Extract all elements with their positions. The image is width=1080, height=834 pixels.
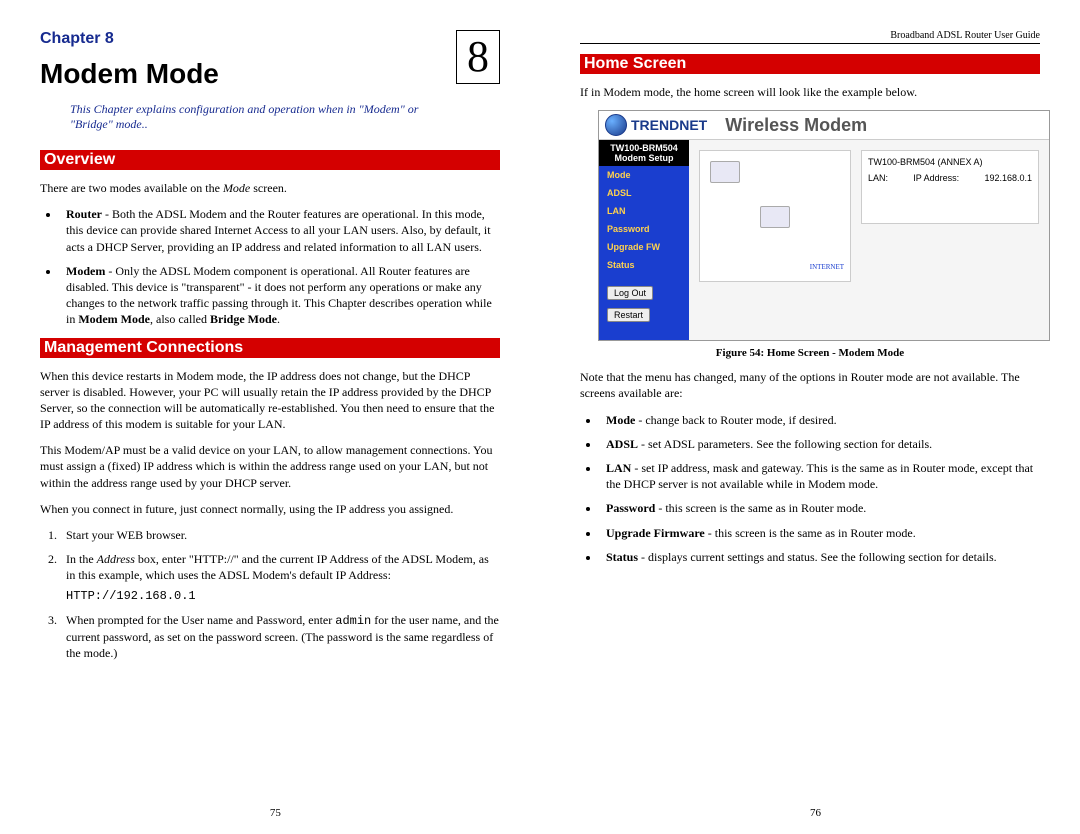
list-item: In the Address box, enter "HTTP://" and …	[60, 551, 500, 604]
note-paragraph: Note that the menu has changed, many of …	[580, 369, 1040, 401]
mgmt-p2: This Modem/AP must be a valid device on …	[40, 442, 500, 491]
info-panel: TW100-BRM504 (ANNEX A) LAN: IP Address: …	[861, 150, 1039, 224]
text: In the	[66, 552, 97, 566]
home-paragraph: If in Modem mode, the home screen will l…	[580, 84, 1040, 100]
address-em: Address	[97, 552, 135, 566]
nav-mode[interactable]: Mode	[599, 166, 689, 184]
diagram-router-icon	[760, 206, 790, 228]
info-title: TW100-BRM504 (ANNEX A)	[868, 157, 1032, 167]
chapter-intro: This Chapter explains configuration and …	[70, 102, 450, 132]
screenshot-body: TW100-BRM504 Modem Setup Mode ADSL LAN P…	[599, 140, 1049, 340]
text: - set IP address, mask and gateway. This…	[606, 461, 1033, 491]
mgmt-p1: When this device restarts in Modem mode,…	[40, 368, 500, 433]
overview-paragraph: There are two modes available on the Mod…	[40, 180, 500, 196]
list-item: Start your WEB browser.	[60, 527, 500, 543]
list-item: Modem - Only the ADSL Modem component is…	[60, 263, 500, 328]
term-router: Router	[66, 207, 102, 221]
text: screen.	[250, 181, 287, 195]
info-row-lan: LAN: IP Address: 192.168.0.1	[868, 173, 1032, 183]
term-adsl: ADSL	[606, 437, 638, 451]
nav-password[interactable]: Password	[599, 220, 689, 238]
nav-status[interactable]: Status	[599, 256, 689, 274]
figure-caption: Figure 54: Home Screen - Modem Mode	[580, 347, 1040, 359]
diagram-node-icon	[710, 161, 740, 183]
chapter-label: Chapter 8	[40, 30, 114, 48]
screenshot-main: INTERNET TW100-BRM504 (ANNEX A) LAN: IP …	[689, 140, 1049, 340]
screenshot-sidebar: TW100-BRM504 Modem Setup Mode ADSL LAN P…	[599, 140, 689, 340]
diagram-internet-label: INTERNET	[810, 263, 844, 271]
text: - Both the ADSL Modem and the Router fea…	[66, 207, 491, 253]
term-upgrade-fw: Upgrade Firmware	[606, 526, 705, 540]
page-right: Broadband ADSL Router User Guide Home Sc…	[540, 0, 1080, 834]
nav-adsl[interactable]: ADSL	[599, 184, 689, 202]
term-status: Status	[606, 550, 638, 564]
page-number-right: 76	[810, 807, 821, 819]
term-bridge-mode: Bridge Mode	[210, 312, 277, 326]
list-item: Router - Both the ADSL Modem and the Rou…	[60, 206, 500, 255]
mgmt-p3: When you connect in future, just connect…	[40, 501, 500, 517]
chapter-number-box: 8	[456, 30, 500, 84]
text: , also called	[150, 312, 210, 326]
screenshot-title: Wireless Modem	[725, 115, 867, 136]
logout-button[interactable]: Log Out	[607, 286, 653, 300]
text: - set ADSL parameters. See the following…	[638, 437, 932, 451]
text: - this screen is the same as in Router m…	[655, 501, 866, 515]
info-ip-value: 192.168.0.1	[984, 173, 1032, 183]
brand-text: TRENDNET	[631, 117, 707, 133]
info-ip-label: IP Address:	[913, 173, 959, 183]
overview-list: Router - Both the ADSL Modem and the Rou…	[60, 206, 500, 327]
text: - change back to Router mode, if desired…	[635, 413, 836, 427]
list-item: ADSL - set ADSL parameters. See the foll…	[600, 436, 1040, 452]
text: When prompted for the User name and Pass…	[66, 613, 335, 627]
list-item: Status - displays current settings and s…	[600, 549, 1040, 565]
code-admin: admin	[335, 614, 371, 628]
screenshot-header: TRENDNET Wireless Modem	[599, 111, 1049, 140]
section-heading-management: Management Connections	[40, 338, 500, 358]
model-sub: Modem Setup	[601, 153, 687, 163]
code-url: HTTP://192.168.0.1	[66, 588, 500, 604]
nav-upgrade[interactable]: Upgrade FW	[599, 238, 689, 256]
chapter-title: Modem Mode	[40, 58, 500, 90]
page-left: Chapter 8 8 Modem Mode This Chapter expl…	[0, 0, 540, 834]
network-diagram: INTERNET	[699, 150, 851, 282]
doc-header: Broadband ADSL Router User Guide	[580, 30, 1040, 44]
list-item: Mode - change back to Router mode, if de…	[600, 412, 1040, 428]
overview-mode-em: Mode	[223, 181, 250, 195]
list-item: Password - this screen is the same as in…	[600, 500, 1040, 516]
model-label: TW100-BRM504 Modem Setup	[599, 140, 689, 166]
screens-list: Mode - change back to Router mode, if de…	[600, 412, 1040, 565]
restart-button[interactable]: Restart	[607, 308, 650, 322]
text: There are two modes available on the	[40, 181, 223, 195]
brand-logo: TRENDNET	[605, 114, 707, 136]
term-modem-mode: Modem Mode	[78, 312, 150, 326]
globe-icon	[605, 114, 627, 136]
model-line: TW100-BRM504	[601, 143, 687, 153]
nav-lan[interactable]: LAN	[599, 202, 689, 220]
term-lan: LAN	[606, 461, 631, 475]
term-modem: Modem	[66, 264, 105, 278]
text: - displays current settings and status. …	[638, 550, 997, 564]
home-screenshot: TRENDNET Wireless Modem TW100-BRM504 Mod…	[598, 110, 1050, 341]
text: .	[277, 312, 280, 326]
list-item: When prompted for the User name and Pass…	[60, 612, 500, 662]
list-item: Upgrade Firmware - this screen is the sa…	[600, 525, 1040, 541]
page-number-left: 75	[270, 807, 281, 819]
text: - this screen is the same as in Router m…	[705, 526, 916, 540]
mgmt-steps: Start your WEB browser. In the Address b…	[60, 527, 500, 661]
info-lan-label: LAN:	[868, 173, 888, 183]
section-heading-home: Home Screen	[580, 54, 1040, 74]
list-item: LAN - set IP address, mask and gateway. …	[600, 460, 1040, 492]
section-heading-overview: Overview	[40, 150, 500, 170]
term-password: Password	[606, 501, 655, 515]
term-mode: Mode	[606, 413, 635, 427]
